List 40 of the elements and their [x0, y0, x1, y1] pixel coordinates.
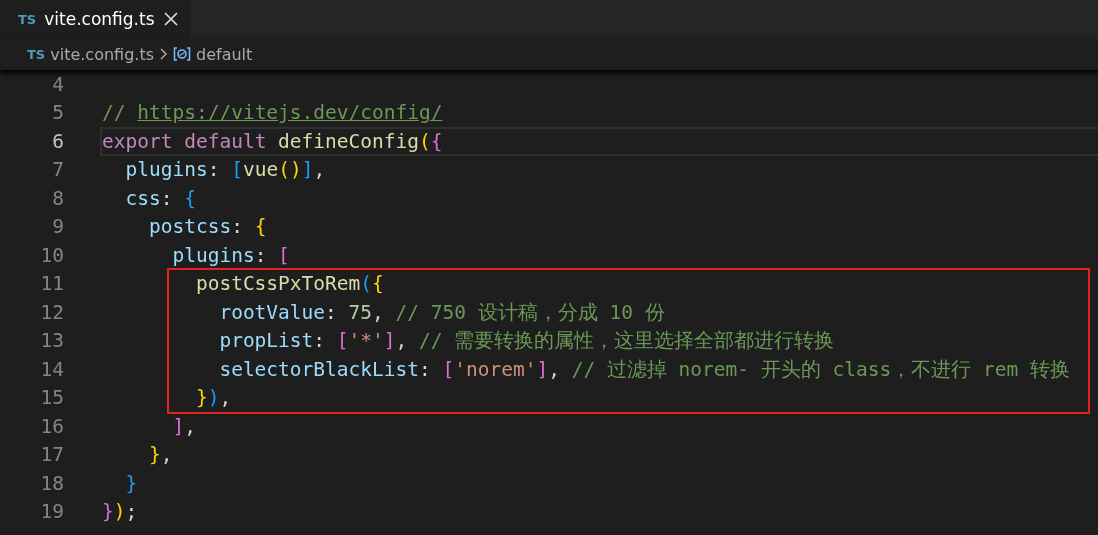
- line-number: 11: [39, 272, 64, 296]
- code-line: });: [101, 499, 139, 526]
- file-type-label: TS: [27, 46, 46, 62]
- code-line: ],: [171, 413, 197, 440]
- code-line: rootValue: 75, // 750 设计稿，分成 10 份: [218, 299, 666, 326]
- tab-title: vite.config.ts: [44, 9, 155, 29]
- breadcrumb-item[interactable]: default: [196, 44, 253, 64]
- code-line: // https://vitejs.dev/config/: [101, 100, 444, 127]
- line-number: 10: [39, 243, 64, 267]
- code-line: postCssPxToRem({: [194, 271, 385, 298]
- code-line: propList: ['*'], // 需要转换的属性，这里选择全部都进行转换: [218, 328, 836, 355]
- code-line: },: [147, 442, 174, 469]
- editor-tab[interactable]: TS vite.config.ts: [0, 0, 191, 38]
- line-number: 5: [51, 101, 64, 125]
- symbol-icon: [173, 46, 191, 62]
- breadcrumb-item[interactable]: vite.config.ts: [50, 44, 154, 64]
- code-line: plugins: [: [171, 242, 291, 269]
- line-number: 7: [51, 158, 64, 182]
- code-line: selectorBlackList: ['norem'], // 过滤掉 norem- 开头的 class，不进行 rem 转换: [218, 356, 1071, 383]
- code-line: postcss: {: [147, 214, 268, 241]
- code-line: }),: [194, 385, 233, 412]
- line-number: 8: [51, 186, 64, 210]
- code-line: css: {: [124, 185, 197, 212]
- line-number: 17: [39, 443, 64, 467]
- line-number: 4: [51, 72, 64, 96]
- line-number: 12: [39, 300, 64, 324]
- code-line: plugins: [vue()],: [124, 157, 327, 184]
- code-line: export default defineConfig({: [100, 127, 1098, 156]
- line-number: 18: [39, 471, 64, 495]
- line-number: 16: [39, 414, 64, 438]
- line-number: 9: [51, 215, 64, 239]
- code-line: }: [124, 470, 139, 497]
- line-number: 14: [39, 357, 64, 381]
- chevron-icon: [159, 47, 168, 61]
- line-number: 13: [39, 329, 64, 353]
- line-number: 6: [51, 129, 64, 153]
- line-number: 19: [39, 500, 64, 524]
- line-number: 15: [39, 386, 64, 410]
- close-icon[interactable]: [162, 11, 179, 27]
- file-type-label: TS: [18, 11, 37, 27]
